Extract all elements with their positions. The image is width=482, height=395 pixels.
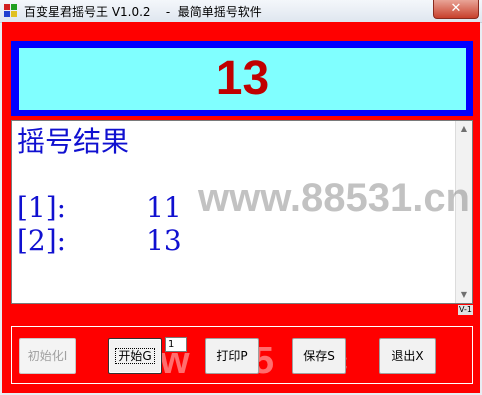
title-bar[interactable]: 百变星君摇号王 V1.0.2 - 最简单摇号软件 ✕: [0, 0, 482, 23]
app-icon: [4, 4, 18, 18]
print-button[interactable]: 打印P: [205, 338, 259, 374]
result-entry-1: [1]: 11: [17, 191, 182, 224]
scroll-up-icon[interactable]: ▲: [456, 121, 472, 137]
current-number: 13: [215, 52, 270, 105]
init-button-label: 初始化I: [27, 349, 68, 363]
save-button-label: 保存S: [303, 349, 335, 363]
scroll-down-icon[interactable]: ▼: [456, 287, 472, 303]
draw-count-input[interactable]: 1: [165, 337, 187, 352]
save-button[interactable]: 保存S: [292, 338, 346, 374]
exit-button[interactable]: 退出X: [379, 338, 436, 374]
vertical-scrollbar[interactable]: ▲ ▼: [455, 121, 472, 303]
result-value-2: 13: [146, 224, 182, 257]
results-textarea[interactable]: 摇号结果 [1]: 11 [2]: 13 ▲ ▼: [11, 120, 473, 304]
results-heading: 摇号结果: [17, 125, 130, 158]
init-button[interactable]: 初始化I: [19, 338, 76, 374]
results-content: 摇号结果 [1]: 11 [2]: 13: [17, 125, 182, 257]
result-index-2: [2]:: [17, 224, 67, 257]
result-index-1: [1]:: [17, 191, 67, 224]
window-title: 百变星君摇号王 V1.0.2 - 最简单摇号软件: [24, 5, 262, 19]
close-button[interactable]: ✕: [433, 0, 479, 19]
exit-button-label: 退出X: [391, 349, 424, 363]
version-label: V-1: [458, 305, 473, 315]
start-button[interactable]: 开始G: [108, 338, 162, 374]
print-button-label: 打印P: [216, 349, 248, 363]
result-entry-2: [2]: 13: [17, 224, 182, 257]
result-value-1: 11: [146, 191, 182, 224]
close-icon: ✕: [450, 1, 462, 16]
start-button-label: 开始G: [115, 348, 155, 364]
